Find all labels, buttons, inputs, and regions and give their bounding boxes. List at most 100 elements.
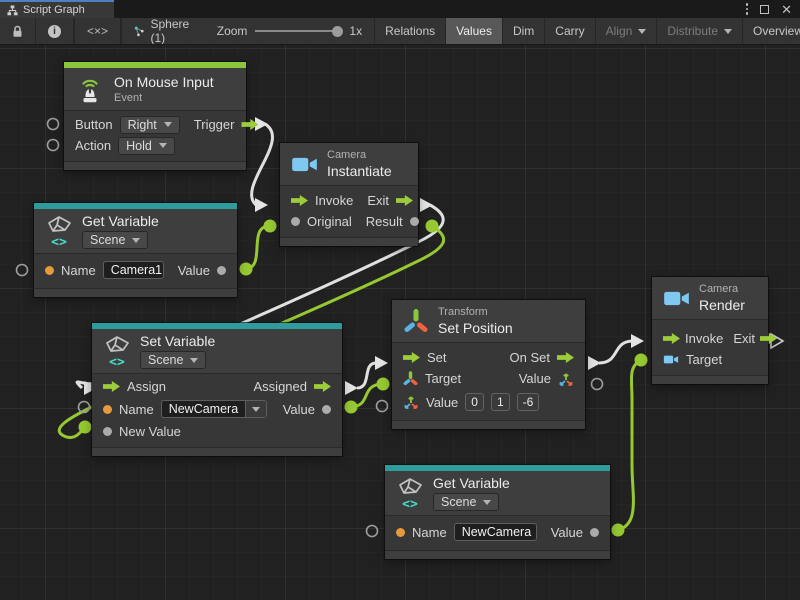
tab-title: Script Graph (23, 4, 85, 16)
transform-icon (403, 308, 429, 334)
action-dropdown[interactable]: Hold (118, 137, 175, 155)
node-on-mouse-input[interactable]: On Mouse Input Event Button Right Trigge… (64, 62, 246, 170)
node-camera-render[interactable]: Camera Render Invoke Exit Tar (652, 277, 768, 384)
code-view-button[interactable]: <×> (75, 18, 121, 44)
exit-exec-port[interactable] (760, 333, 777, 344)
result-value-port[interactable] (410, 217, 419, 226)
variable-icon: <> (396, 477, 424, 510)
zoom-level: 1x (349, 24, 362, 38)
info-button[interactable]: i (36, 18, 74, 44)
code-icon: <×> (87, 24, 108, 38)
value-in-port-label: Value (426, 395, 458, 410)
transform-mini-icon (403, 371, 418, 386)
camera-mini-icon[interactable] (663, 354, 679, 365)
camera-icon (291, 155, 318, 174)
exit-port-label: Exit (367, 193, 389, 208)
variable-icon: <> (45, 215, 73, 248)
variable-name-field[interactable]: NewCamera (454, 523, 537, 541)
on-set-exec-port[interactable] (557, 352, 574, 363)
wire-trigger-to-invoke[interactable] (252, 124, 273, 205)
on-set-port-label: On Set (510, 350, 550, 365)
new-value-port-label: New Value (119, 424, 181, 439)
vector-z-input[interactable]: -6 (517, 393, 540, 411)
graph-toolbar: i <×> Sphere (1) Zoom 1x Relations Value… (0, 18, 800, 45)
graph-name: Sphere (1) (150, 18, 192, 45)
node-get-variable-newcamera[interactable]: <> Get Variable Scene Name NewCamera (385, 465, 610, 559)
tab-script-graph[interactable]: Script Graph (0, 0, 114, 18)
dim-button[interactable]: Dim (503, 18, 545, 44)
distribute-button[interactable]: Distribute (657, 18, 743, 44)
overview-button[interactable]: Overview (743, 18, 800, 44)
info-icon: i (48, 25, 61, 38)
values-button[interactable]: Values (446, 18, 503, 44)
action-port-label: Action (75, 138, 111, 153)
node-set-variable[interactable]: <> Set Variable Scene Assign Assigned (92, 323, 342, 456)
align-button[interactable]: Align (596, 18, 658, 44)
value-port[interactable] (217, 266, 226, 275)
trigger-port-label: Trigger (194, 117, 235, 132)
node-camera-instantiate[interactable]: Camera Instantiate Invoke Exit Original … (280, 143, 418, 246)
node-title: Render (699, 297, 745, 313)
lock-button[interactable] (0, 18, 36, 44)
name-value-port[interactable] (45, 266, 54, 275)
assigned-port-label: Assigned (254, 379, 307, 394)
wire-value-to-target[interactable] (351, 384, 382, 407)
trigger-exec-port[interactable] (241, 119, 258, 130)
scope-dropdown[interactable]: Scene (82, 231, 148, 249)
maximize-icon[interactable] (760, 5, 769, 14)
node-footer (280, 237, 418, 246)
name-value-port[interactable] (396, 528, 405, 537)
exit-exec-port[interactable] (396, 195, 413, 206)
scope-dropdown[interactable]: Scene (433, 493, 499, 511)
value-port-label: Value (283, 402, 315, 417)
value-port[interactable] (590, 528, 599, 537)
wire-camera1-to-original[interactable] (246, 226, 268, 269)
window-controls: ✕ (746, 0, 800, 18)
wire-onset-to-invoke[interactable] (599, 341, 633, 363)
node-subtitle: Event (114, 92, 214, 104)
unity-visual-scripting-window: Script Graph ✕ i <×> (0, 0, 800, 600)
assign-exec-port[interactable] (103, 381, 120, 392)
node-footer (652, 375, 768, 384)
node-get-variable-camera1[interactable]: <> Get Variable Scene Name Camera1 (34, 203, 237, 297)
lock-icon (12, 25, 23, 38)
set-exec-port[interactable] (403, 352, 420, 363)
node-category: Camera (327, 149, 392, 161)
node-transform-set-position[interactable]: Transform Set Position Set On Set (392, 300, 585, 429)
zoom-slider-thumb[interactable] (332, 26, 343, 37)
wire-newcamera-to-target[interactable] (618, 360, 641, 530)
wire-assigned-to-set[interactable] (357, 363, 376, 388)
variable-name-field[interactable]: NewCamera (161, 400, 267, 418)
node-title: Instantiate (327, 163, 392, 179)
original-port-label: Original (307, 214, 352, 229)
original-value-port[interactable] (291, 217, 300, 226)
xyz-axes-icon[interactable] (558, 371, 574, 387)
assigned-exec-port[interactable] (314, 381, 331, 392)
value-port[interactable] (322, 405, 331, 414)
variable-icon: <> (103, 335, 131, 368)
graph-breadcrumb[interactable]: Sphere (1) (122, 18, 205, 44)
value-port-label: Value (551, 525, 583, 540)
graph-tab-icon (7, 5, 18, 16)
zoom-slider[interactable] (255, 30, 341, 32)
node-footer (392, 420, 585, 429)
variable-name-field[interactable]: Camera1 (103, 261, 164, 279)
carry-button[interactable]: Carry (545, 18, 595, 44)
scope-dropdown[interactable]: Scene (140, 351, 206, 369)
relations-button[interactable]: Relations (375, 18, 446, 44)
button-dropdown[interactable]: Right (120, 116, 180, 134)
graph-canvas[interactable]: On Mouse Input Event Button Right Trigge… (0, 45, 800, 600)
vector-x-input[interactable]: 0 (465, 393, 484, 411)
name-port-label: Name (119, 402, 154, 417)
kebab-menu-icon[interactable] (746, 3, 749, 15)
close-icon[interactable]: ✕ (781, 5, 792, 14)
new-value-port[interactable] (103, 427, 112, 436)
invoke-exec-port[interactable] (663, 333, 680, 344)
field-dropdown-button[interactable] (245, 401, 266, 417)
invoke-exec-port[interactable] (291, 195, 308, 206)
xyz-axes-icon[interactable] (403, 394, 419, 410)
caret-down-icon (132, 238, 140, 243)
value-port-label: Value (178, 263, 210, 278)
name-value-port[interactable] (103, 405, 112, 414)
vector-y-input[interactable]: 1 (491, 393, 510, 411)
